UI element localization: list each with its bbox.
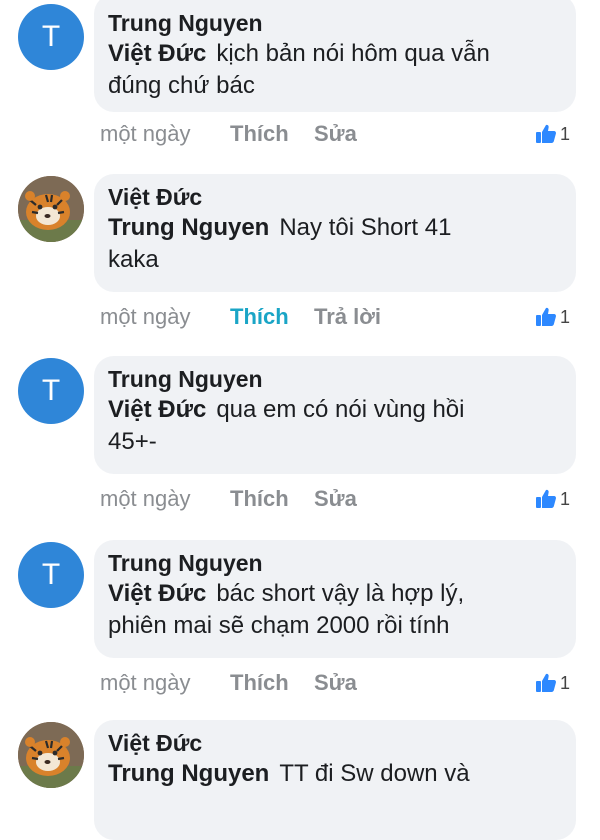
- comment-text-line: phiên mai sẽ chạm 2000 rồi tính: [108, 610, 560, 642]
- comment-text-segment: TT đi Sw down và: [279, 760, 470, 787]
- like-button[interactable]: Thích: [230, 666, 289, 700]
- comment-author[interactable]: Trung Nguyen: [108, 8, 560, 38]
- comment-timestamp: một ngày: [100, 121, 191, 146]
- comment-actions: một ngày Thích Trả lời 1: [100, 300, 570, 334]
- comment-author[interactable]: Trung Nguyen: [108, 364, 560, 394]
- comment-author[interactable]: Việt Đức: [108, 728, 560, 758]
- comment-author[interactable]: Trung Nguyen: [108, 548, 560, 578]
- comment-feed: T Trung Nguyen Việt Đức kịch bản nói hôm qu…: [0, 0, 600, 840]
- comment-timestamp: một ngày: [100, 304, 191, 329]
- comment-text-segment: phiên mai sẽ chạm 2000 rồi tính: [108, 612, 450, 639]
- thumbs-up-icon: [535, 124, 556, 143]
- comment-text: Trung Nguyen TT đi Sw down và: [108, 758, 560, 790]
- like-button[interactable]: Thích: [230, 117, 289, 151]
- comment-bubble: Trung Nguyen Việt Đức bác short vậy là hợp…: [94, 540, 576, 658]
- mention-tag[interactable]: Việt Đức: [108, 40, 206, 67]
- comment-text-line: Trung Nguyen Nay tôi Short 41: [108, 212, 560, 244]
- mention-tag[interactable]: Việt Đức: [108, 580, 206, 607]
- avatar[interactable]: T: [18, 542, 84, 608]
- comment-text-line: Việt Đức kịch bản nói hôm qua vẫn: [108, 38, 560, 70]
- comment-text-segment: đúng chứ bác: [108, 72, 255, 99]
- comment-text: Trung Nguyen Nay tôi Short 41 kaka: [108, 212, 560, 276]
- thumbs-up-icon: [535, 489, 556, 508]
- comment-text-line: Việt Đức bác short vậy là hợp lý,: [108, 578, 560, 610]
- comment-bubble: Việt Đức Trung Nguyen Nay tôi Short 41 kaka: [94, 174, 576, 292]
- comment-text-line: 45+-: [108, 426, 560, 458]
- tiger-avatar-icon: [18, 722, 84, 788]
- avatar[interactable]: [18, 176, 84, 242]
- comment-timestamp: một ngày: [100, 670, 191, 695]
- reaction-count: 1: [559, 489, 570, 509]
- thumbs-up-icon: [535, 307, 556, 326]
- like-button[interactable]: Thích: [230, 300, 289, 334]
- avatar[interactable]: T: [18, 4, 84, 70]
- comment-actions: một ngày Thích Sửa 1: [100, 117, 570, 151]
- comment-text-segment: Nay tôi Short 41: [279, 214, 452, 241]
- mention-tag[interactable]: Việt Đức: [108, 396, 206, 423]
- comment-text: Việt Đức kịch bản nói hôm qua vẫn đúng chứ…: [108, 38, 560, 102]
- thumbs-up-icon: [535, 673, 556, 692]
- avatar-letter: T: [41, 20, 61, 53]
- edit-button[interactable]: Sửa: [314, 117, 357, 151]
- comment-author[interactable]: Việt Đức: [108, 182, 560, 212]
- comment-text-segment: 45+-: [108, 428, 157, 455]
- avatar-letter: T: [41, 558, 61, 591]
- tiger-avatar-icon: [18, 176, 84, 242]
- reply-button[interactable]: Trả lời: [314, 300, 381, 334]
- comment-bubble: Trung Nguyen Việt Đức qua em có nói vùng h…: [94, 356, 576, 474]
- edit-button[interactable]: Sửa: [314, 482, 357, 516]
- comment-text-line: Việt Đức qua em có nói vùng hồi: [108, 394, 560, 426]
- reaction-count: 1: [559, 124, 570, 144]
- comment-text-line: đúng chứ bác: [108, 70, 560, 102]
- reaction-count: 1: [559, 307, 570, 327]
- edit-button[interactable]: Sửa: [314, 666, 357, 700]
- avatar[interactable]: T: [18, 358, 84, 424]
- comment-actions: một ngày Thích Sửa 1: [100, 666, 570, 700]
- comment-timestamp: một ngày: [100, 486, 191, 511]
- mention-tag[interactable]: Trung Nguyen: [108, 760, 269, 787]
- comment-bubble: Trung Nguyen Việt Đức kịch bản nói hôm qua…: [94, 0, 576, 112]
- avatar[interactable]: [18, 722, 84, 788]
- reaction-summary[interactable]: 1: [534, 117, 570, 151]
- comment-text-segment: kịch bản nói hôm qua vẫn: [216, 40, 490, 67]
- comment-text-segment: qua em có nói vùng hồi: [216, 396, 465, 423]
- reaction-summary[interactable]: 1: [534, 300, 570, 334]
- like-button[interactable]: Thích: [230, 482, 289, 516]
- comment-text: Việt Đức qua em có nói vùng hồi 45+-: [108, 394, 560, 458]
- mention-tag[interactable]: Trung Nguyen: [108, 214, 269, 241]
- comment-text-segment: kaka: [108, 246, 159, 273]
- reaction-count: 1: [559, 673, 570, 693]
- reaction-summary[interactable]: 1: [534, 666, 570, 700]
- avatar-letter: T: [41, 374, 61, 407]
- comment-text-line: Trung Nguyen TT đi Sw down và: [108, 758, 560, 790]
- comment-text-segment: bác short vậy là hợp lý,: [216, 580, 465, 607]
- comment-text-line: kaka: [108, 244, 560, 276]
- comment-actions: một ngày Thích Sửa 1: [100, 482, 570, 516]
- comment-bubble: Việt Đức Trung Nguyen TT đi Sw down và: [94, 720, 576, 840]
- reaction-summary[interactable]: 1: [534, 482, 570, 516]
- comment-text: Việt Đức bác short vậy là hợp lý, phiên ma…: [108, 578, 560, 642]
